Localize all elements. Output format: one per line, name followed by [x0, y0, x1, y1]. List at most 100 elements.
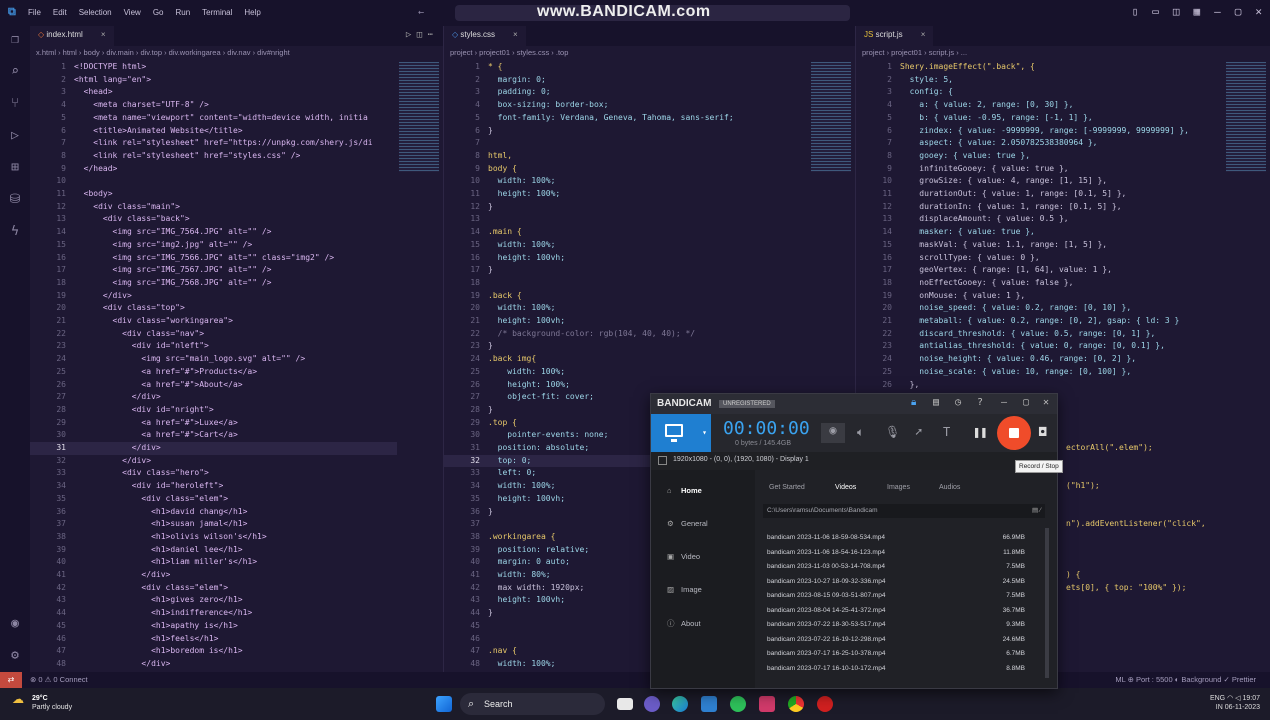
tab-videos[interactable]: Videos: [835, 484, 856, 491]
record-stop-button[interactable]: [997, 416, 1031, 450]
nav-general[interactable]: ⚙ General: [667, 519, 708, 528]
file-row[interactable]: bandicam 2023-08-15 09-03-51-807.mp4 7.5M…: [767, 592, 1027, 599]
menu-go[interactable]: Go: [153, 8, 164, 17]
file-row[interactable]: bandicam 2023-11-06 18-59-08-534.mp4 66.9…: [767, 534, 1027, 541]
extensions-icon[interactable]: ⊞: [7, 160, 23, 176]
bc-minimize-icon[interactable]: –: [1001, 397, 1007, 408]
bandicam-taskbar-icon[interactable]: [817, 696, 833, 712]
menu-edit[interactable]: Edit: [53, 8, 67, 17]
edge-icon[interactable]: [672, 696, 688, 712]
menu-file[interactable]: File: [28, 8, 41, 17]
task-view-icon[interactable]: [617, 698, 633, 710]
bandicam-titlebar[interactable]: BANDICAM UNREGISTERED 🔒︎ ▤ ◷ ? – ▢ ✕: [651, 394, 1057, 414]
file-row[interactable]: bandicam 2023-11-03 00-53-14-708.mp4 7.5M…: [767, 563, 1027, 570]
breadcrumb[interactable]: x.html › html › body › div.main › div.to…: [30, 46, 443, 60]
bc-maximize-icon[interactable]: ▢: [1023, 397, 1029, 408]
remote-indicator-icon[interactable]: ⇄: [0, 672, 22, 688]
minimize-icon[interactable]: –: [1214, 5, 1221, 18]
screenshot-camera-icon[interactable]: ◘: [1039, 425, 1046, 439]
line-number: 47: [470, 646, 480, 656]
remote-icon[interactable]: ϟ: [7, 224, 23, 240]
tab-styles-css[interactable]: ◇ styles.css ×: [444, 26, 526, 46]
tab-images[interactable]: Images: [887, 484, 910, 491]
file-row[interactable]: bandicam 2023-07-22 16-19-12-298.mp4 24.6…: [767, 636, 1027, 643]
close-icon[interactable]: ✕: [1255, 5, 1262, 18]
file-row[interactable]: bandicam 2023-08-04 14-25-41-372.mp4 36.7…: [767, 607, 1027, 614]
search-icon[interactable]: ⌕: [7, 64, 23, 80]
speaker-icon[interactable]: 🔈︎: [857, 425, 864, 440]
minimap[interactable]: [1226, 62, 1266, 172]
status-left[interactable]: ⊗ 0 ⚠ 0 Connect: [30, 675, 88, 684]
webcam-icon[interactable]: ◉: [821, 423, 845, 443]
minimap[interactable]: [399, 62, 439, 172]
menu-terminal[interactable]: Terminal: [202, 8, 232, 17]
menu-selection[interactable]: Selection: [79, 8, 112, 17]
start-icon[interactable]: [436, 696, 452, 712]
breadcrumb[interactable]: project › project01 › styles.css › .top: [444, 46, 855, 60]
file-row[interactable]: bandicam 2023-11-06 18-54-16-123.mp4 11.8…: [767, 549, 1027, 556]
tab-script-js[interactable]: JS script.js ×: [856, 26, 934, 46]
chevron-down-icon[interactable]: ▾: [702, 428, 707, 437]
grid-icon[interactable]: ▦: [1194, 5, 1201, 18]
minimap[interactable]: [811, 62, 851, 172]
microphone-icon[interactable]: 🎙︎: [885, 425, 900, 439]
file-row[interactable]: bandicam 2023-07-22 18-30-53-517.mp4 9.3M…: [767, 621, 1027, 628]
database-icon[interactable]: ⛁: [7, 192, 23, 208]
maximize-icon[interactable]: ▢: [1235, 5, 1242, 18]
nav-about[interactable]: ⓘ About: [667, 618, 701, 629]
nav-image[interactable]: ▨ Image: [667, 585, 702, 594]
folder-open-icon[interactable]: ▤ ⁄: [1032, 506, 1041, 514]
nav-back-icon[interactable]: ←: [418, 7, 424, 18]
close-tab-icon[interactable]: ×: [921, 30, 926, 39]
nav-home[interactable]: ⌂ Home: [667, 486, 702, 495]
clock-icon[interactable]: ◷: [955, 397, 961, 408]
panel-icon[interactable]: ▭: [1152, 5, 1159, 18]
teams-icon[interactable]: [644, 696, 660, 712]
run-debug-icon[interactable]: ▷: [7, 128, 23, 144]
pause-icon[interactable]: ❚❚: [973, 425, 987, 439]
breadcrumb[interactable]: project › project01 › script.js › ...: [856, 46, 1270, 60]
account-icon[interactable]: ◉: [7, 616, 23, 632]
vscode-taskbar-icon[interactable]: [701, 696, 717, 712]
explorer-icon[interactable]: ❐: [7, 32, 23, 48]
code-line: }: [488, 341, 493, 351]
file-list-scrollbar[interactable]: [1045, 528, 1049, 678]
tab-get-started[interactable]: Get Started: [769, 484, 805, 491]
close-tab-icon[interactable]: ×: [101, 30, 106, 39]
tab-index-html[interactable]: ◇ index.html ×: [30, 26, 114, 46]
app-icon[interactable]: [759, 696, 775, 712]
split-icon[interactable]: ◫: [1173, 5, 1180, 18]
output-folder-path[interactable]: C:\Users\ramsu\Documents\Bandicam ▤ ⁄: [763, 504, 1045, 518]
whatsapp-icon[interactable]: [730, 696, 746, 712]
status-right[interactable]: ML ⊕ Port : 5500 ◐ Background ✓ Prettier: [1115, 675, 1256, 684]
help-icon[interactable]: ?: [977, 397, 983, 408]
record-tooltip: Record / Stop: [1015, 460, 1063, 473]
region-checkbox[interactable]: [658, 456, 667, 465]
code-area[interactable]: 1 <!DOCTYPE html> 2 <html lang="en"> 3 <head…: [30, 62, 397, 672]
nav-video[interactable]: ▣ Video: [667, 552, 700, 561]
tab-audios[interactable]: Audios: [939, 484, 960, 491]
file-row[interactable]: bandicam 2023-07-17 16-25-10-378.mp4 6.7M…: [767, 650, 1027, 657]
screen-mode-button[interactable]: ▾: [651, 414, 711, 452]
file-row[interactable]: bandicam 2023-07-17 16-10-10-172.mp4 8.8M…: [767, 665, 1027, 672]
editor-actions-icon[interactable]: ▷ ◫ ⋯: [406, 30, 433, 40]
menu-view[interactable]: View: [124, 8, 141, 17]
close-tab-icon[interactable]: ×: [513, 30, 518, 39]
layout-icon[interactable]: ▯: [1132, 5, 1139, 18]
settings-gear-icon[interactable]: ⚙: [7, 648, 23, 664]
lock-icon[interactable]: 🔒︎: [911, 397, 916, 408]
file-size: 6.7MB: [1006, 650, 1025, 657]
chrome-icon[interactable]: [788, 696, 804, 712]
system-tray[interactable]: ENG ◠ ◁ 19:07 IN 06-11-2023: [1210, 694, 1260, 712]
cursor-icon[interactable]: ➚: [915, 425, 922, 439]
weather-widget[interactable]: ☁ 29°C Partly cloudy: [12, 693, 72, 712]
bc-close-icon[interactable]: ✕: [1043, 397, 1049, 408]
code-line: <img src="img2.jpg" alt="" />: [74, 239, 253, 249]
source-control-icon[interactable]: ⑂: [7, 96, 23, 112]
folder-icon[interactable]: ▤: [933, 397, 939, 408]
taskbar-search[interactable]: ⌕ Search: [460, 693, 605, 715]
file-row[interactable]: bandicam 2023-10-27 18-09-32-336.mp4 24.5…: [767, 578, 1027, 585]
text-icon[interactable]: T: [943, 425, 950, 439]
menu-help[interactable]: Help: [244, 8, 260, 17]
menu-run[interactable]: Run: [175, 8, 190, 17]
